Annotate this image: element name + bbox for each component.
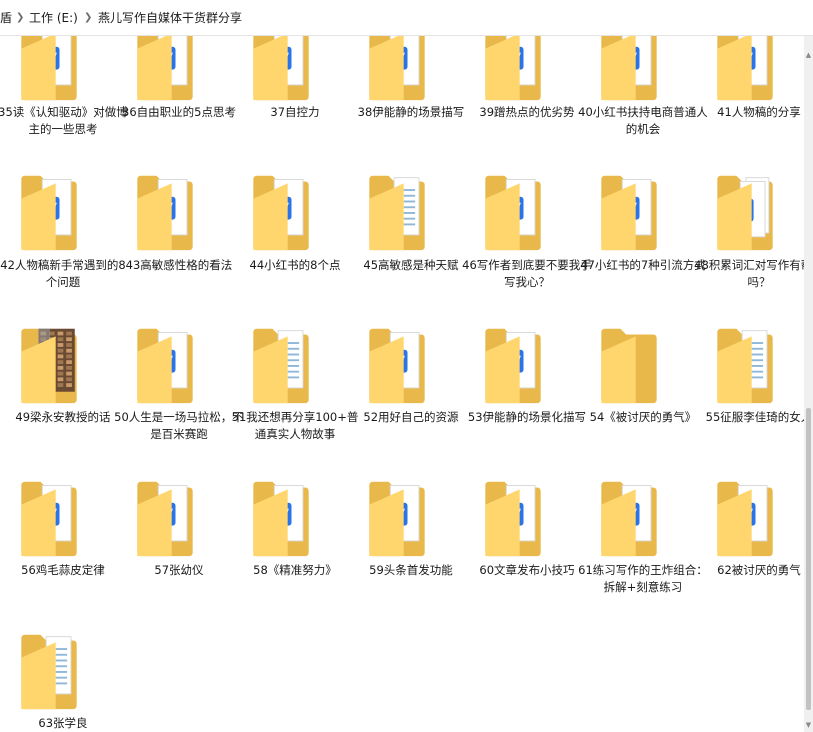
folder-empty-icon[interactable] [597,323,661,407]
file-name-label[interactable]: 51我还想再分享100+普通真实人物故事 [230,409,360,442]
folder-word-icon[interactable] [133,36,197,104]
address-bar[interactable]: 盾 ❯ 工作 (E:) ❯ 燕儿写作自媒体干货群分享 [0,0,813,36]
folder-doc-icon[interactable] [365,170,429,254]
folder-word-icon[interactable] [481,36,545,104]
folder-doc-icon[interactable] [713,323,777,407]
file-name-label[interactable]: 45高敏感是种天赋 [346,257,476,274]
chevron-right-icon[interactable]: ❯ [84,10,92,26]
folder-word-icon[interactable] [249,170,313,254]
file-name-label[interactable]: 52用好自己的资源 [346,409,476,426]
folder-word-icon[interactable] [713,36,777,104]
file-name-label[interactable]: 59头条首发功能 [346,562,476,579]
file-name-label[interactable]: 50人生是一场马拉松，不是百米赛跑 [114,409,244,442]
file-name-label[interactable]: 46写作者到底要不要我手写我心？ [462,257,592,290]
file-name-label[interactable]: 56鸡毛蒜皮定律 [0,562,128,579]
file-name-label[interactable]: 55征服李佳琦的女人 [694,409,804,426]
file-grid: 35读《认知驱动》对做博主的一些思考 36自由职业的5点思考 37自控力 38伊… [0,36,804,732]
scroll-down-arrow-icon[interactable]: ▼ [805,720,812,730]
folder-word-icon[interactable] [365,323,429,407]
file-name-label[interactable]: 49梁永安教授的话 [0,409,128,426]
folder-word-icon[interactable] [249,36,313,104]
folder-word-icon[interactable] [481,170,545,254]
folder-word-icon[interactable] [597,36,661,104]
folder-doc-icon[interactable] [17,629,81,713]
breadcrumb-item-folder[interactable]: 燕儿写作自媒体干货群分享 [98,10,242,26]
folder-doc-icon[interactable] [249,323,313,407]
folder-word-icon[interactable] [133,170,197,254]
file-name-label[interactable]: 63张学良 [0,715,128,732]
folder-word-icon[interactable] [17,476,81,560]
folder-word-icon[interactable] [481,323,545,407]
file-name-label[interactable]: 54《被讨厌的勇气》 [578,409,708,426]
file-name-label[interactable]: 61练习写作的王炸组合：拆解+刻意练习 [578,562,708,595]
folder-word-icon[interactable] [481,476,545,560]
scroll-up-arrow-icon[interactable]: ▲ [805,50,812,60]
folder-word-icon[interactable] [133,476,197,560]
file-name-label[interactable]: 48积累词汇对写作有帮助吗？ [694,257,804,290]
folder-word-icon[interactable] [17,36,81,104]
file-name-label[interactable]: 53伊能静的场景化描写 [462,409,592,426]
file-name-label[interactable]: 57张幼仪 [114,562,244,579]
file-name-label[interactable]: 42人物稿新手常遇到的8个问题 [0,257,128,290]
folder-word-icon[interactable] [597,170,661,254]
file-name-label[interactable]: 37自控力 [230,104,360,121]
folder-photo-icon[interactable] [17,323,81,407]
chevron-right-icon[interactable]: ❯ [16,10,24,26]
scrollbar-thumb[interactable] [806,408,811,710]
file-name-label[interactable]: 62被讨厌的勇气 [694,562,804,579]
folder-word-icon[interactable] [17,170,81,254]
folder-word-icon[interactable] [365,476,429,560]
file-name-label[interactable]: 41人物稿的分享 [694,104,804,121]
breadcrumb-item-drive[interactable]: 工作 (E:) [29,10,78,26]
file-name-label[interactable]: 44小红书的8个点 [230,257,360,274]
file-name-label[interactable]: 58《精准努力》 [230,562,360,579]
file-name-label[interactable]: 47小红书的7种引流方式 [578,257,708,274]
folder-word-icon[interactable] [365,36,429,104]
folder-word-icon[interactable] [133,323,197,407]
folder-word-icon[interactable] [597,476,661,560]
folder-word-multi-icon[interactable] [713,170,777,254]
file-name-label[interactable]: 39蹭热点的优劣势 [462,104,592,121]
file-name-label[interactable]: 40小红书扶持电商普通人的机会 [578,104,708,137]
folder-word-icon[interactable] [249,476,313,560]
file-name-label[interactable]: 35读《认知驱动》对做博主的一些思考 [0,104,128,137]
file-name-label[interactable]: 36自由职业的5点思考 [114,104,244,121]
file-name-label[interactable]: 43高敏感性格的看法 [114,257,244,274]
vertical-scrollbar[interactable]: ▲ ▼ [804,36,813,732]
file-name-label[interactable]: 38伊能静的场景描写 [346,104,476,121]
breadcrumb-item-root[interactable]: 盾 [0,10,12,26]
folder-word-icon[interactable] [713,476,777,560]
file-name-label[interactable]: 60文章发布小技巧 [462,562,592,579]
